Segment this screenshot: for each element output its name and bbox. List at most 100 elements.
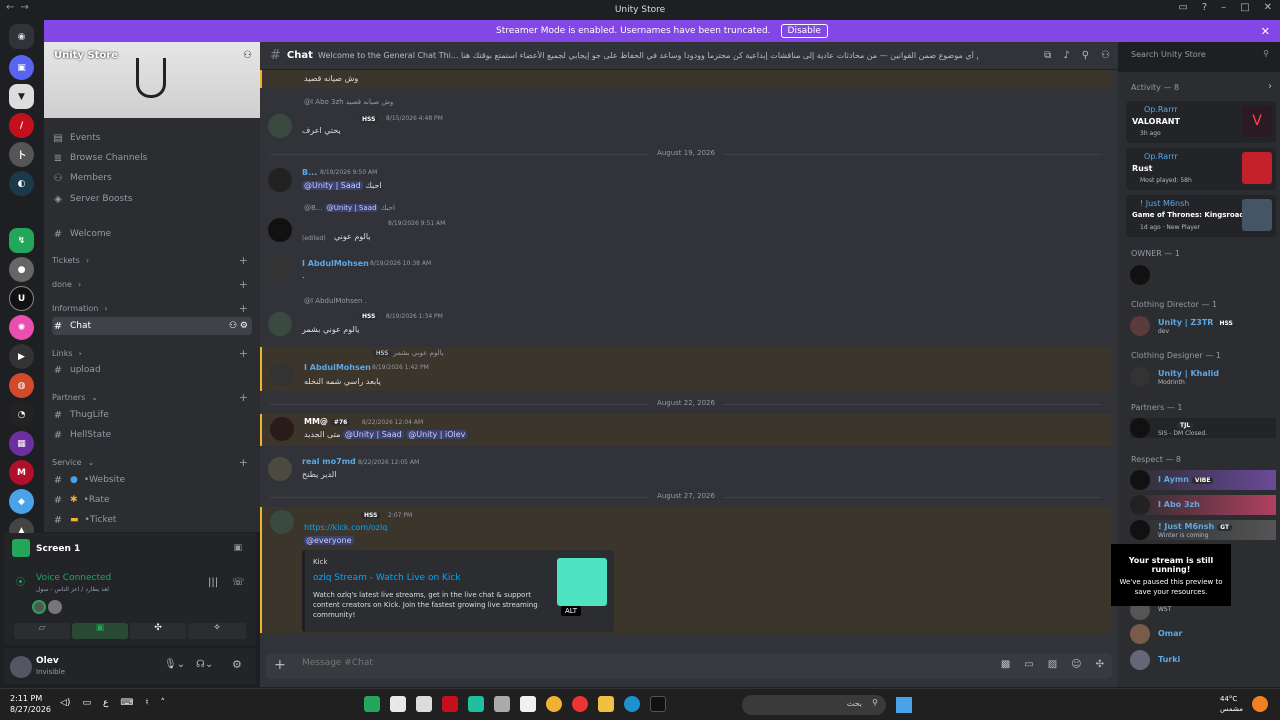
channel-rate[interactable]: # ✱ •Rate [52,491,252,509]
minimize-icon[interactable]: – [1221,2,1226,13]
app-icon[interactable] [650,696,666,712]
channel-website[interactable]: # ● •Website [52,471,252,489]
bell-icon[interactable]: ♪ [1063,50,1069,61]
clock[interactable]: 2:11 PM 8/27/2026 [10,693,51,715]
emoji-icon[interactable]: ☺ [1071,659,1081,670]
member-list-icon[interactable]: ⚇ [1101,50,1110,61]
app-icon[interactable] [494,696,510,712]
everyone-mention[interactable]: @everyone [304,536,354,545]
nav-arrows-icon[interactable]: ←→ [6,2,35,13]
avatar[interactable] [268,312,292,336]
avatar[interactable] [270,510,294,534]
member-item[interactable]: I Aymn VIBE [1130,470,1276,490]
maximize-icon[interactable]: □ [1240,2,1249,13]
embed-title[interactable]: ozlq Stream - Watch Live on Kick [313,573,461,583]
channel-thuglife[interactable]: # ThugLife [52,406,252,424]
avatar[interactable] [10,656,32,678]
channel-chat[interactable]: # Chat ⚇ ⚙ [52,317,252,335]
app-icon[interactable] [520,696,536,712]
server-header[interactable]: Unity Store ⚇ [44,42,260,118]
invite-icon[interactable]: ⚇ [243,50,252,61]
add-channel-icon[interactable]: + [239,456,248,469]
activities-icon[interactable]: ✣ [130,623,186,639]
keyboard-icon[interactable]: ⌨ [120,698,133,708]
channel-upload[interactable]: # upload [52,361,252,379]
server-icon[interactable]: M [9,460,34,485]
app-icon[interactable] [546,696,562,712]
app-icon[interactable] [416,696,432,712]
message-author[interactable]: B... [302,168,317,177]
member-item[interactable]: ! Just M6nsh GT Winter is coming [1130,520,1276,540]
app-icon[interactable] [364,696,380,712]
server-icon[interactable]: U [9,286,34,311]
chevron-right-icon[interactable]: › [1268,81,1272,92]
category-tickets[interactable]: Tickets › + [52,251,252,269]
avatar[interactable] [268,258,292,282]
close-banner-icon[interactable]: ✕ [1261,25,1270,38]
channel-hellstate[interactable]: # HellState [52,426,252,444]
network-icon[interactable]: ▭ [82,698,91,708]
gif-icon[interactable]: ▭ [1024,659,1033,670]
volume-icon[interactable]: ◁) [60,698,70,708]
search-input[interactable]: Search Unity Store ⚲ [1126,47,1274,64]
message-input[interactable] [302,658,902,668]
avatar[interactable] [270,417,294,441]
help-icon[interactable]: ? [1202,2,1207,13]
activity-card[interactable]: ! Just M6nsh Game of Thrones: Kingsroad … [1126,195,1276,237]
activity-card[interactable]: Op.Rarrr Rust Most played: 58h [1126,148,1276,190]
app-icon[interactable] [468,696,484,712]
server-icon[interactable]: ◍ [9,373,34,398]
channel-ticket[interactable]: # ▬ •Ticket [52,511,252,529]
disable-button[interactable]: Disable [780,24,828,38]
chevron-up-icon[interactable]: ˄ [161,698,166,708]
server-icon[interactable]: ▼ [9,84,34,109]
app-icon[interactable] [442,696,458,712]
chrome-icon[interactable] [572,696,588,712]
language-indicator[interactable]: ع [103,698,108,708]
server-icon[interactable]: ▶ [9,344,34,369]
close-icon[interactable]: ✕ [1264,2,1272,13]
message-link[interactable]: https://kick.com/ozlq [304,523,387,532]
threads-icon[interactable]: ⧉ [1044,50,1051,61]
channel-welcome[interactable]: # Welcome [52,225,252,243]
avatar[interactable] [268,168,292,192]
close-screen-icon[interactable]: ▣ [233,543,242,553]
activity-card[interactable]: Op.Rarrr VALORANT 3h ago V [1126,101,1276,143]
windows-start-icon[interactable] [896,697,912,713]
avatar[interactable] [32,600,46,614]
add-channel-icon[interactable]: + [239,347,248,360]
server-icon[interactable]: 卜 [9,142,34,167]
message-author[interactable]: I AbdulMohsen [302,259,369,268]
member-item[interactable]: TJL SIS - DM Closed. [1130,418,1276,438]
reply-author[interactable]: @I Abo 3zh [304,98,344,106]
gift-icon[interactable]: ▩ [1001,659,1010,670]
sidebar-item-server-boosts[interactable]: ◈ Server Boosts [52,190,252,208]
app-icon[interactable] [390,696,406,712]
add-channel-icon[interactable]: + [239,278,248,291]
microphone-icon[interactable]: 🎙︎⌄ [164,659,185,670]
taskbar-search[interactable]: بحث ⚲ [742,695,886,715]
add-channel-icon[interactable]: + [239,391,248,404]
share-screen-icon[interactable]: ▣ [72,623,128,639]
discord-home-icon[interactable]: ◉ [9,24,34,49]
category-information[interactable]: Information › + [52,299,252,317]
folder-icon[interactable] [598,696,614,712]
avatar[interactable] [268,114,292,138]
server-icon[interactable]: ◐ [9,171,34,196]
server-icon[interactable]: ◆ [9,489,34,514]
server-icon[interactable]: ↯ [9,228,34,253]
message-author[interactable]: I AbdulMohsen [304,363,371,372]
member-item[interactable]: Unity | Khalid Modrinth [1130,367,1276,387]
member-item[interactable]: Omar [1130,624,1276,644]
sidebar-item-members[interactable]: ⚇ Members [52,169,252,187]
apps-icon[interactable]: ✣ [1096,659,1104,670]
alt-badge[interactable]: ALT [561,606,582,616]
noise-icon[interactable]: ||| [208,577,218,588]
edge-icon[interactable] [624,696,640,712]
sidebar-item-browse-channels[interactable]: ≣ Browse Channels [52,149,252,167]
server-icon[interactable]: ✺ [9,315,34,340]
add-channel-icon[interactable]: + [239,254,248,267]
disconnect-icon[interactable]: ☏ [232,577,245,588]
avatar[interactable] [48,600,62,614]
category-partners[interactable]: Partners ⌄ + [52,388,252,406]
